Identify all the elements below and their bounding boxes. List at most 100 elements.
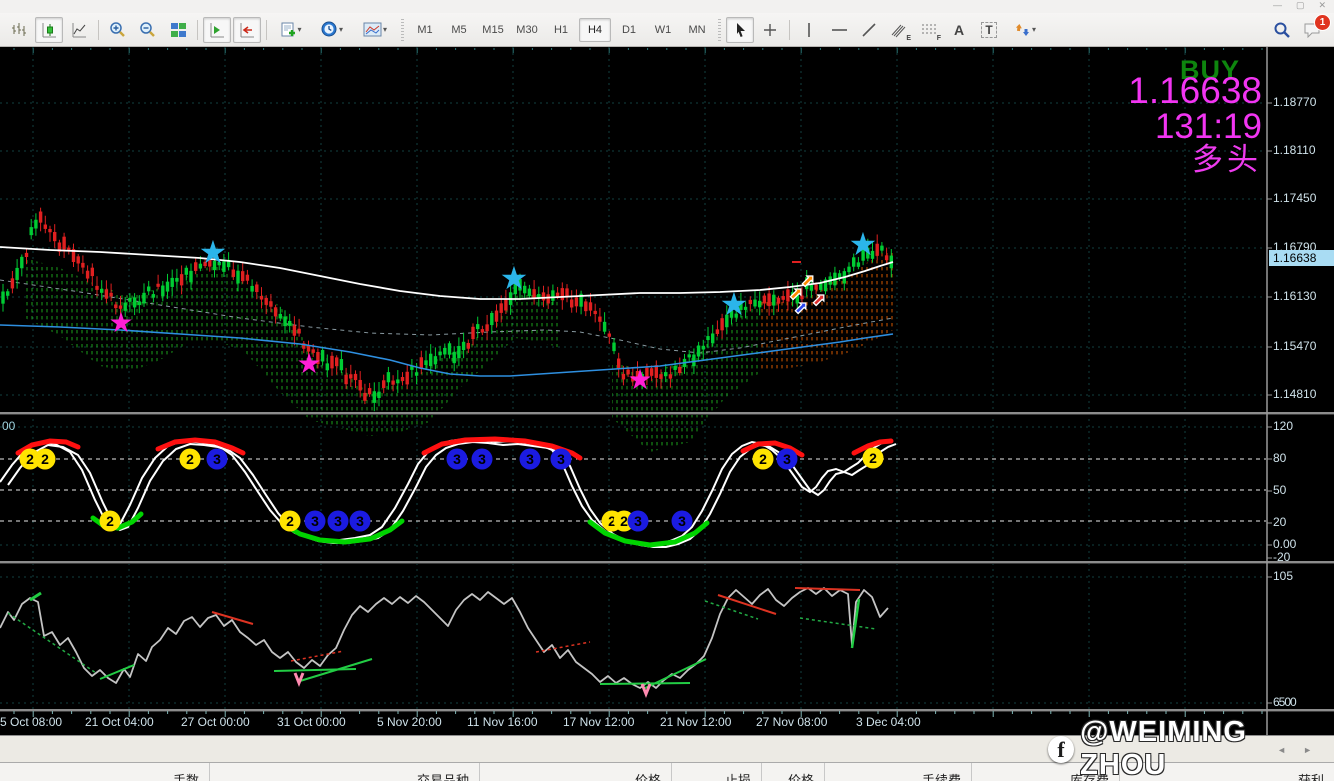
zoom-out-button[interactable] bbox=[134, 17, 162, 43]
timeframe-m5[interactable]: M5 bbox=[443, 18, 475, 42]
text-label-tool[interactable]: T bbox=[975, 17, 1003, 43]
candlestick-chart-button[interactable] bbox=[35, 17, 63, 43]
svg-text:★: ★ bbox=[296, 348, 321, 379]
svg-text:⬈: ⬈ bbox=[812, 290, 826, 309]
svg-text:2: 2 bbox=[26, 451, 34, 467]
trendline-tool[interactable] bbox=[855, 17, 883, 43]
equidistant-channel-tool[interactable]: E bbox=[885, 17, 913, 43]
auto-scroll-button[interactable] bbox=[203, 17, 231, 43]
window-titlebar: — ▢ ✕ bbox=[0, 0, 1334, 13]
time-axis-label: 27 Oct 00:00 bbox=[181, 715, 250, 729]
svg-text:2: 2 bbox=[286, 513, 294, 529]
notifications-button[interactable]: 1 bbox=[1298, 17, 1326, 43]
svg-text:3: 3 bbox=[311, 513, 319, 529]
minimize-icon[interactable]: — bbox=[1273, 0, 1282, 11]
timeframe-m1[interactable]: M1 bbox=[409, 18, 441, 42]
terminal-col-price2[interactable]: 价格 bbox=[762, 763, 825, 781]
svg-text:⬈: ⬈ bbox=[794, 298, 808, 317]
svg-text:2: 2 bbox=[759, 451, 767, 467]
osc-scale-label: 80 bbox=[1273, 451, 1286, 465]
svg-text:2: 2 bbox=[106, 513, 114, 529]
time-axis-label: 5 Oct 08:00 bbox=[0, 715, 62, 729]
svg-text:2: 2 bbox=[186, 451, 194, 467]
time-axis-label: 3 Dec 04:00 bbox=[856, 715, 921, 729]
svg-text:★: ★ bbox=[108, 307, 133, 338]
svg-text:3: 3 bbox=[213, 451, 221, 467]
svg-text:2: 2 bbox=[41, 451, 49, 467]
terminal-col-symbol[interactable]: 交易品种 bbox=[210, 763, 480, 781]
osc-scale-label: -20 bbox=[1273, 550, 1290, 564]
time-axis-label: 31 Oct 00:00 bbox=[277, 715, 346, 729]
signal-overlay: BUY 1.16638 131:19 多头 bbox=[1128, 57, 1262, 175]
terminal-col-sl[interactable]: 止损 bbox=[672, 763, 762, 781]
signal-direction-cn: 多头 bbox=[1128, 144, 1262, 175]
line-chart-button[interactable] bbox=[65, 17, 93, 43]
svg-text:3: 3 bbox=[783, 451, 791, 467]
watermark-text: @WEIMING ZHOU bbox=[1080, 716, 1334, 781]
timeframe-d1[interactable]: D1 bbox=[613, 18, 645, 42]
price-scale-label: 1.15470 bbox=[1273, 339, 1316, 353]
terminal-col-price[interactable]: 价格 bbox=[480, 763, 672, 781]
arrows-tool-button[interactable]: ▾ bbox=[1005, 17, 1045, 43]
chevron-down-icon: ▾ bbox=[339, 25, 343, 34]
zoom-in-button[interactable] bbox=[104, 17, 132, 43]
time-axis-label: 21 Nov 12:00 bbox=[660, 715, 731, 729]
signal-price: 1.16638 bbox=[1128, 72, 1262, 109]
fibonacci-tool[interactable]: F bbox=[915, 17, 943, 43]
price-scale-label: 1.14810 bbox=[1273, 387, 1316, 401]
timeframe-m30[interactable]: M30 bbox=[511, 18, 543, 42]
bar-chart-button[interactable] bbox=[5, 17, 33, 43]
text-tool[interactable]: A bbox=[945, 17, 973, 43]
svg-text:★: ★ bbox=[199, 234, 228, 270]
svg-text:3: 3 bbox=[356, 513, 364, 529]
timeframe-m15[interactable]: M15 bbox=[477, 18, 509, 42]
cursor-tool-button[interactable] bbox=[726, 17, 754, 43]
osc-scale-label: 50 bbox=[1273, 483, 1286, 497]
osc-scale-label: 6500 bbox=[1273, 695, 1296, 709]
text-label-letter: T bbox=[981, 22, 996, 38]
time-axis-label: 21 Oct 04:00 bbox=[85, 715, 154, 729]
signal-countdown: 131:19 bbox=[1128, 109, 1262, 144]
chart-shift-button[interactable] bbox=[233, 17, 261, 43]
restore-icon[interactable]: ▢ bbox=[1296, 0, 1305, 11]
mt4-window: — ▢ ✕ bbox=[0, 0, 1334, 781]
watermark: f @WEIMING ZHOU bbox=[1048, 716, 1334, 781]
terminal-col-lots[interactable]: 手数 bbox=[0, 763, 210, 781]
close-icon[interactable]: ✕ bbox=[1318, 0, 1326, 11]
osc-scale-label: 120 bbox=[1273, 419, 1293, 433]
price-scale-label: 1.18110 bbox=[1273, 143, 1316, 157]
crosshair-tool-button[interactable] bbox=[756, 17, 784, 43]
text-tool-letter: A bbox=[954, 22, 964, 38]
svg-text:★: ★ bbox=[500, 260, 529, 296]
partial-time-label: 00 bbox=[2, 419, 15, 433]
svg-text:3: 3 bbox=[634, 513, 642, 529]
chart-area[interactable]: ★★★★★★★⬈⬈⬈⬈22222222233333333333 BUY 1.16… bbox=[0, 47, 1334, 735]
osc-scale-label: 105 bbox=[1273, 569, 1293, 583]
periods-button[interactable]: ▾ bbox=[312, 17, 352, 43]
search-icon[interactable] bbox=[1268, 17, 1296, 43]
current-price-tag: 1.16638 bbox=[1269, 250, 1334, 266]
channel-letter: E bbox=[906, 35, 911, 42]
timeframe-mn[interactable]: MN bbox=[681, 18, 713, 42]
price-scale-label: 1.17450 bbox=[1273, 191, 1316, 205]
new-chart-button[interactable]: ▾ bbox=[272, 17, 310, 43]
svg-text:3: 3 bbox=[334, 513, 342, 529]
timeframe-h1[interactable]: H1 bbox=[545, 18, 577, 42]
svg-text:2: 2 bbox=[869, 450, 877, 466]
terminal-col-commission[interactable]: 手续费 bbox=[825, 763, 972, 781]
chevron-down-icon: ▾ bbox=[383, 25, 387, 34]
svg-text:3: 3 bbox=[526, 451, 534, 467]
tile-windows-button[interactable] bbox=[164, 17, 192, 43]
vertical-line-tool[interactable] bbox=[795, 17, 823, 43]
timeframe-w1[interactable]: W1 bbox=[647, 18, 679, 42]
osc-scale-label: 0.00 bbox=[1273, 537, 1296, 551]
price-scale-label: 1.16130 bbox=[1273, 289, 1316, 303]
main-toolbar: ▾ ▾ ▾ M1 M5 M15 M30 H1 H4 D1 W1 MN bbox=[0, 13, 1334, 47]
fibo-letter: F bbox=[937, 35, 941, 42]
svg-text:3: 3 bbox=[678, 513, 686, 529]
timeframe-h4[interactable]: H4 bbox=[579, 18, 611, 42]
svg-text:3: 3 bbox=[478, 451, 486, 467]
horizontal-line-tool[interactable] bbox=[825, 17, 853, 43]
facebook-icon: f bbox=[1048, 736, 1074, 763]
templates-button[interactable]: ▾ bbox=[354, 17, 396, 43]
